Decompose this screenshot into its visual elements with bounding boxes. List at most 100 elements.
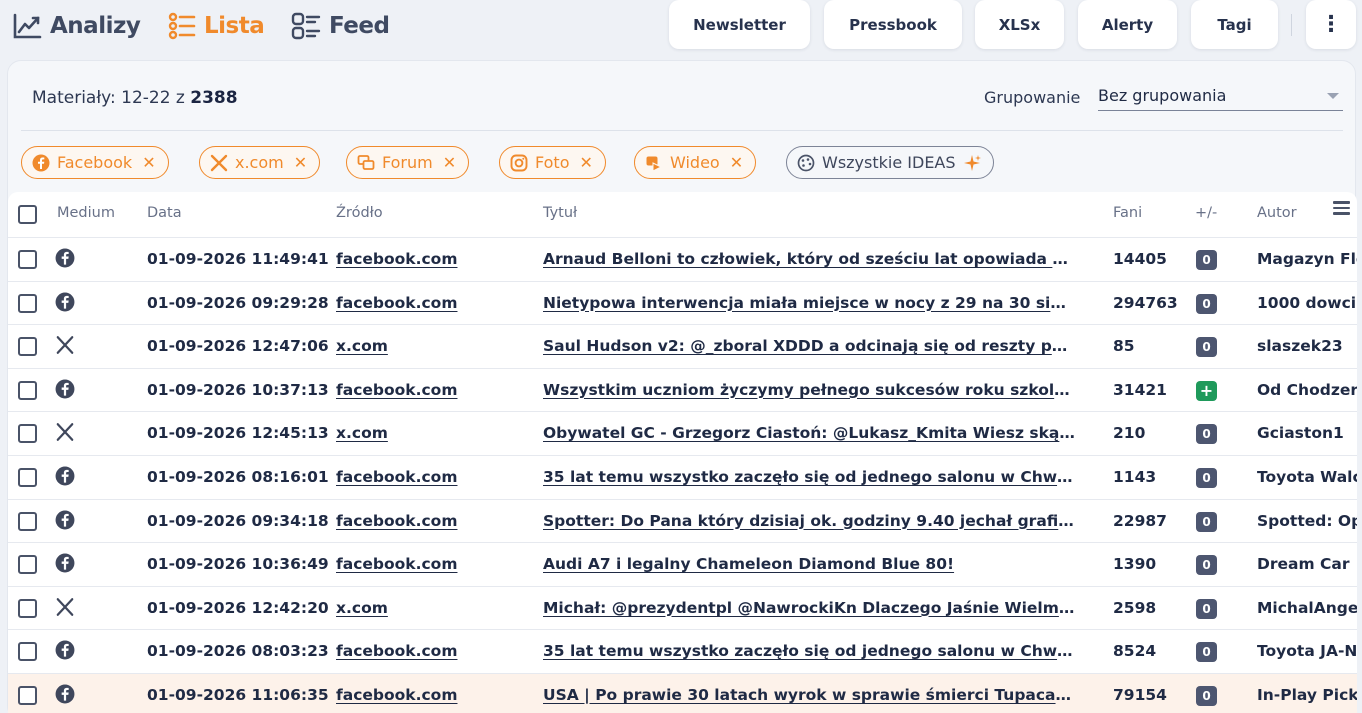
xlsx-button[interactable]: XLSx [975,0,1064,49]
row-checkbox[interactable] [18,555,37,575]
sparkle-icon [963,154,981,171]
row-checkbox[interactable] [18,642,37,662]
column-menu-icon[interactable] [1333,201,1350,218]
title-link[interactable]: 35 lat temu wszystko zaczęło się od jedn… [543,468,1075,486]
results-panel: Materiały: 12-22 z 2388 Grupowanie Bez g… [7,60,1357,713]
header-delta[interactable]: +/- [1195,205,1217,221]
title-link[interactable]: Arnaud Belloni to człowiek, który od sze… [543,250,1075,268]
facebook-icon [55,510,75,530]
source-link[interactable]: facebook.com [336,381,457,399]
source-link[interactable]: facebook.com [336,512,457,530]
row-checkbox[interactable] [18,467,37,487]
row-checkbox[interactable] [18,380,37,400]
newsletter-button[interactable]: Newsletter [669,0,810,49]
fans-cell: 14405 [1113,250,1167,268]
close-icon[interactable]: ✕ [294,153,307,172]
table-row[interactable]: 01-09-2026 09:29:28 facebook.com Nietypowa… [8,280,1357,325]
title-link[interactable]: USA | Po prawie 30 latach wyrok w sprawi… [543,686,1075,704]
select-all-checkbox[interactable] [18,205,37,224]
row-checkbox[interactable] [18,337,37,357]
x-icon [56,597,74,616]
source-link[interactable]: facebook.com [336,294,457,312]
palette-icon [797,154,815,171]
facebook-icon [55,292,75,312]
title-link[interactable]: Spotter: Do Pana który dzisiaj ok. godzi… [543,512,1075,530]
table-row[interactable]: 01-09-2026 12:42:20 x.com Michał: @prezyde… [8,585,1357,630]
table-row[interactable]: 01-09-2026 10:36:49 facebook.com Audi A7 i… [8,542,1357,586]
table-row[interactable]: 01-09-2026 11:06:35 facebook.com USA | Po … [8,672,1357,713]
header-author[interactable]: Autor [1257,205,1297,221]
medium-cell [55,292,75,316]
delta-badge: 0 [1196,467,1217,488]
title-link[interactable]: Saul Hudson v2: @_zboral XDDD a odcinają… [543,337,1075,355]
source-link[interactable]: x.com [336,337,388,355]
header-medium[interactable]: Medium [57,205,115,221]
alerty-button[interactable]: Alerty [1078,0,1177,49]
x-icon [56,423,74,442]
header-fans[interactable]: Fani [1113,205,1142,221]
row-checkbox[interactable] [18,250,37,269]
header-title[interactable]: Tytuł [543,205,577,221]
close-icon[interactable]: ✕ [579,153,592,172]
close-icon[interactable]: ✕ [730,153,743,172]
facebook-icon [55,379,75,399]
table-row[interactable]: 01-09-2026 08:16:01 facebook.com 35 lat te… [8,454,1357,499]
grouping-select[interactable]: Bez grupowania [1098,81,1343,111]
row-checkbox[interactable] [18,424,37,444]
row-checkbox[interactable] [18,685,37,705]
filter-chip-label: Facebook [57,153,133,172]
header-date[interactable]: Data [147,205,182,221]
close-icon[interactable]: ✕ [142,153,155,172]
source-link[interactable]: facebook.com [336,686,457,704]
filter-chip-ideas[interactable]: Wszystkie IDEAS [786,146,994,179]
filter-chip-xcom[interactable]: x.com ✕ [199,146,321,179]
source-link[interactable]: facebook.com [336,555,457,573]
source-link[interactable]: facebook.com [336,250,457,268]
facebook-icon [55,248,75,268]
close-icon[interactable]: ✕ [443,153,456,172]
fans-cell: 79154 [1113,685,1167,704]
table-row[interactable]: 01-09-2026 11:49:41 facebook.com Arnaud Be… [8,237,1357,281]
row-checkbox[interactable] [18,598,37,618]
header-source[interactable]: Źródło [336,205,383,221]
title-link[interactable]: Nietypowa interwencja miała miejsce w no… [543,294,1075,312]
fans-cell: 8524 [1113,642,1157,661]
title-link[interactable]: Michał: @prezydentpl @NawrockiKn Dlaczeg… [543,599,1075,617]
title-link[interactable]: 35 lat temu wszystko zaczęło się od jedn… [543,642,1075,660]
date-cell: 01-09-2026 09:29:28 [147,293,329,312]
title-link[interactable]: Audi A7 i legalny Chameleon Diamond Blue… [543,555,1075,573]
source-link[interactable]: facebook.com [336,642,457,660]
source-link[interactable]: x.com [336,424,388,442]
medium-cell [55,684,75,708]
video-icon [646,156,663,172]
table-row[interactable]: 01-09-2026 12:47:06 x.com Saul Hudson v2: … [8,324,1357,368]
more-options-button[interactable]: ⋮ [1306,0,1356,49]
filter-chip-foto[interactable]: Foto ✕ [499,146,606,179]
title-link[interactable]: Obywatel GC - Grzegorz Ciastoń: @Lukasz_… [543,424,1075,442]
table-row[interactable]: 01-09-2026 10:37:13 facebook.com Wszystkim… [8,367,1357,412]
title-link[interactable]: Wszystkim uczniom życzymy pełnego sukces… [543,381,1075,399]
nav-analizy[interactable]: Analizy [12,9,141,43]
nav-lista[interactable]: Lista [168,9,265,43]
facebook-icon [55,466,75,486]
nav-feed[interactable]: Feed [291,9,390,43]
filter-chip-wideo[interactable]: Wideo ✕ [634,146,757,179]
medium-cell [55,422,75,446]
row-checkbox[interactable] [18,293,37,313]
filter-chip-facebook[interactable]: Facebook ✕ [21,146,169,179]
table-row[interactable]: 01-09-2026 12:45:13 x.com Obywatel GC - Gr… [8,411,1357,455]
filter-chip-label: Foto [535,153,570,172]
filter-chip-forum[interactable]: Forum ✕ [346,146,470,179]
row-checkbox[interactable] [18,511,37,531]
list-icon [168,12,196,40]
source-link[interactable]: x.com [336,599,388,617]
table-row[interactable]: 01-09-2026 08:03:23 facebook.com 35 lat te… [8,629,1357,673]
divider [21,130,1343,131]
source-link[interactable]: facebook.com [336,468,457,486]
filter-chip-label: Wszystkie IDEAS [822,153,956,172]
table-row[interactable]: 01-09-2026 09:34:18 facebook.com Spotter: … [8,498,1357,543]
tagi-button[interactable]: Tagi [1191,0,1278,49]
medium-cell [55,379,75,403]
pressbook-button[interactable]: Pressbook [824,0,962,49]
medium-cell [55,466,75,490]
